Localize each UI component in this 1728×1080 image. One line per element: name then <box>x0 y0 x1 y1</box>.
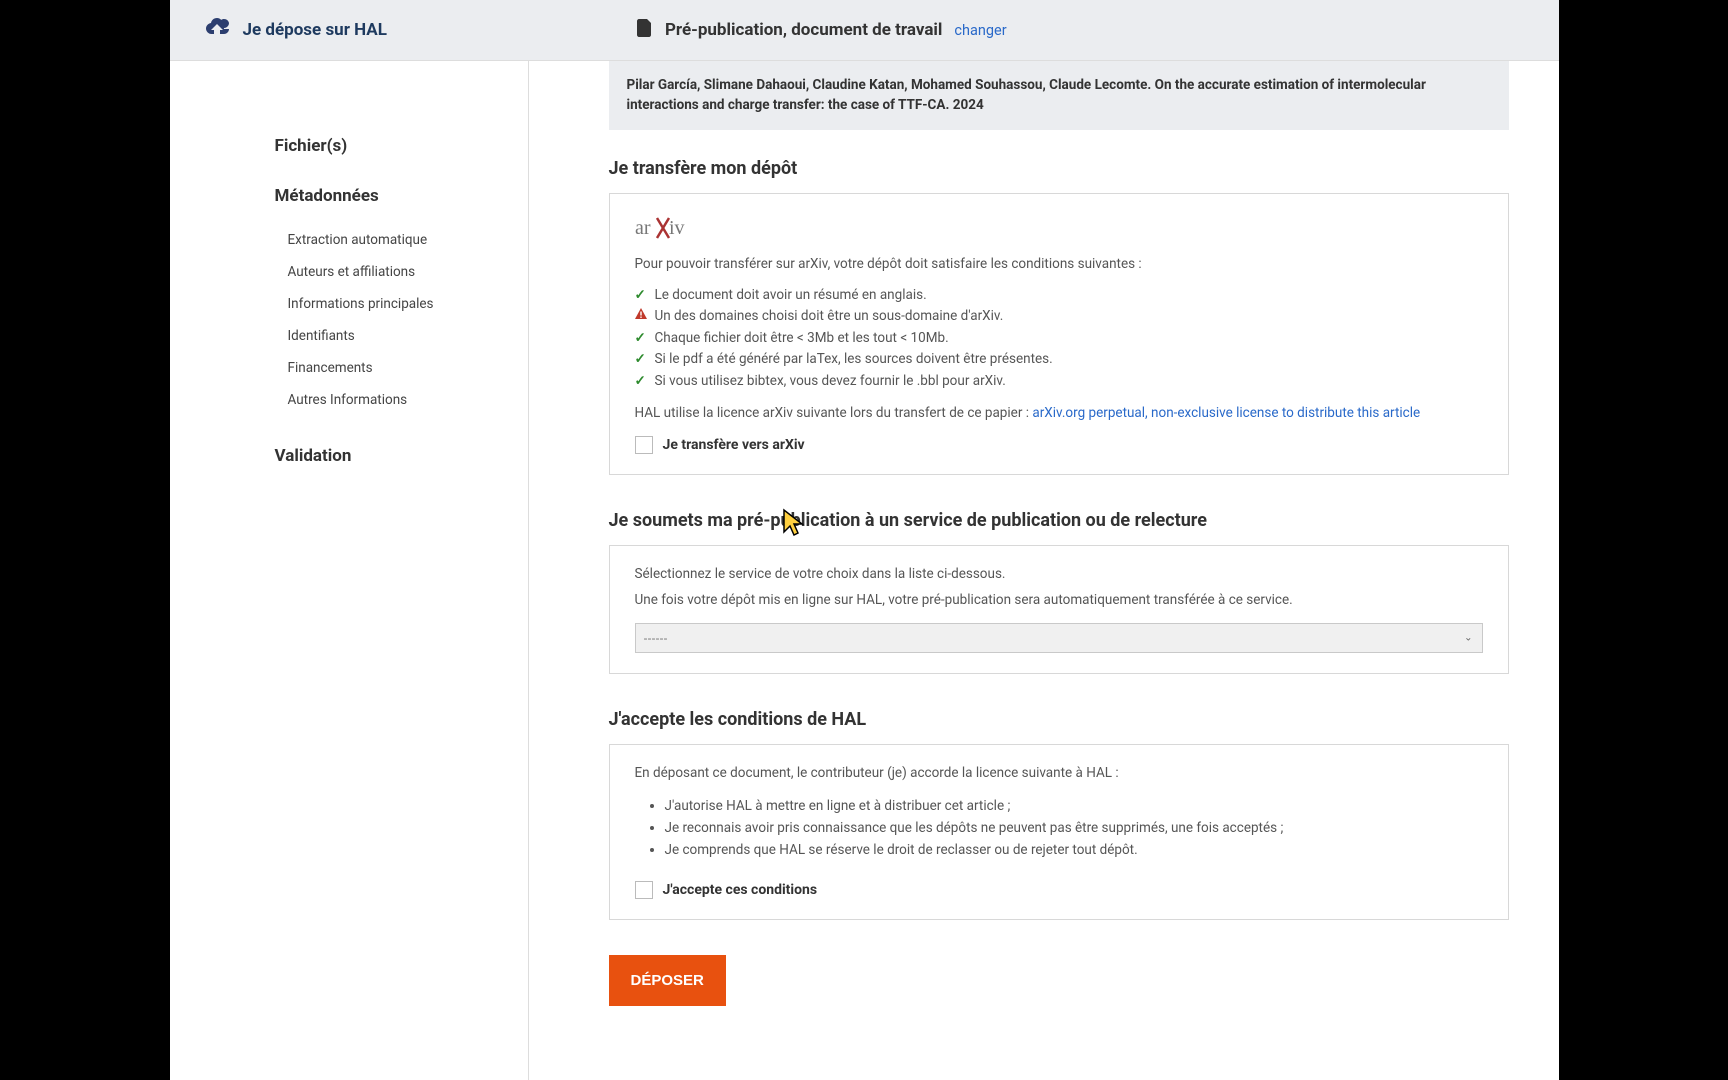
sidebar-section-metadata[interactable]: Métadonnées <box>275 186 528 206</box>
sidebar-item-identifiers[interactable]: Identifiants <box>275 320 528 352</box>
terms-item: J'autorise HAL à mettre en ligne et à di… <box>665 796 1483 818</box>
accept-terms-label: J'accepte ces conditions <box>663 882 818 898</box>
citation-box: Pilar García, Slimane Dahaoui, Claudine … <box>609 61 1509 130</box>
svg-text:ar: ar <box>635 217 651 239</box>
accept-terms-checkbox[interactable] <box>635 881 653 899</box>
condition-text: Un des domaines choisi doit être un sous… <box>655 306 1004 328</box>
service-select[interactable]: ------ <box>635 623 1483 653</box>
condition-text: Le document doit avoir un résumé en angl… <box>655 285 927 307</box>
service-line2: Une fois votre dépôt mis en ligne sur HA… <box>635 592 1483 608</box>
terms-item: Je reconnais avoir pris connaissance que… <box>665 818 1483 840</box>
condition-text: Si vous utilisez bibtex, vous devez four… <box>655 371 1006 393</box>
transfer-section-title: Je transfère mon dépôt <box>609 158 1509 179</box>
check-icon: ✓ <box>635 349 649 371</box>
sidebar-item-funding[interactable]: Financements <box>275 352 528 384</box>
condition-text: Si le pdf a été généré par laTex, les so… <box>655 349 1053 371</box>
document-icon <box>637 19 653 41</box>
condition-text: Chaque fichier doit être < 3Mb et les to… <box>655 328 949 350</box>
sidebar-item-extraction[interactable]: Extraction automatique <box>275 224 528 256</box>
upload-cloud-icon <box>205 18 229 42</box>
page-title: Je dépose sur HAL <box>243 20 387 40</box>
document-type-label: Pré-publication, document de travail <box>665 20 942 40</box>
check-icon: ✓ <box>635 285 649 307</box>
sidebar-item-authors[interactable]: Auteurs et affiliations <box>275 256 528 288</box>
svg-text:iv: iv <box>669 217 685 239</box>
transfer-intro: Pour pouvoir transférer sur arXiv, votre… <box>635 256 1483 272</box>
terms-item: Je comprends que HAL se réserve le droit… <box>665 840 1483 862</box>
submit-button[interactable]: DÉPOSER <box>609 955 726 1006</box>
terms-card: En déposant ce document, le contributeur… <box>609 744 1509 920</box>
check-icon: ✓ <box>635 371 649 393</box>
service-card: Sélectionnez le service de votre choix d… <box>609 545 1509 674</box>
terms-intro: En déposant ce document, le contributeur… <box>635 765 1483 781</box>
service-line1: Sélectionnez le service de votre choix d… <box>635 566 1483 582</box>
condition-item: ✓ Si vous utilisez bibtex, vous devez fo… <box>635 371 1483 393</box>
transfer-arxiv-label: Je transfère vers arXiv <box>663 437 805 453</box>
sidebar-section-validation[interactable]: Validation <box>275 446 528 466</box>
condition-item: ✓ Si le pdf a été généré par laTex, les … <box>635 349 1483 371</box>
main-content: Pilar García, Slimane Dahaoui, Claudine … <box>529 61 1559 1080</box>
condition-item: ✓ Chaque fichier doit être < 3Mb et les … <box>635 328 1483 350</box>
license-link[interactable]: arXiv.org perpetual, non-exclusive licen… <box>1032 405 1420 421</box>
sidebar-item-other[interactable]: Autres Informations <box>275 384 528 416</box>
transfer-card: ar iv Pour pouvoir transférer sur arXiv,… <box>609 193 1509 476</box>
sidebar: Fichier(s) Métadonnées Extraction automa… <box>170 61 529 1080</box>
license-prefix: HAL utilise la licence arXiv suivante lo… <box>635 405 1033 421</box>
conditions-list: ✓ Le document doit avoir un résumé en an… <box>635 285 1483 393</box>
sidebar-item-main-info[interactable]: Informations principales <box>275 288 528 320</box>
condition-item: ✓ Le document doit avoir un résumé en an… <box>635 285 1483 307</box>
condition-item: Un des domaines choisi doit être un sous… <box>635 306 1483 328</box>
top-bar: Je dépose sur HAL Pré-publication, docum… <box>170 0 1559 61</box>
check-icon: ✓ <box>635 328 649 350</box>
terms-section-title: J'accepte les conditions de HAL <box>609 709 1509 730</box>
terms-list: J'autorise HAL à mettre en ligne et à di… <box>635 796 1483 861</box>
sidebar-section-files[interactable]: Fichier(s) <box>275 136 528 156</box>
arxiv-logo-icon: ar iv <box>635 214 1483 246</box>
license-line: HAL utilise la licence arXiv suivante lo… <box>635 405 1483 421</box>
service-section-title: Je soumets ma pré-publication à un servi… <box>609 510 1509 531</box>
warning-icon <box>635 306 649 328</box>
change-type-link[interactable]: changer <box>954 22 1006 39</box>
transfer-arxiv-checkbox[interactable] <box>635 436 653 454</box>
citation-text: Pilar García, Slimane Dahaoui, Claudine … <box>627 77 1426 113</box>
